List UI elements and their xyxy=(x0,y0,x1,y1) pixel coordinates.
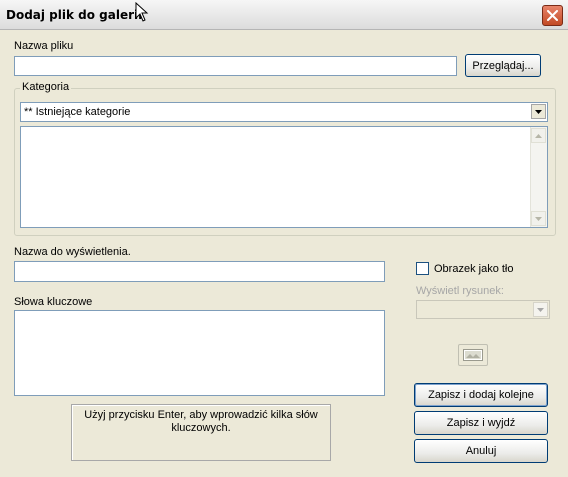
file-name-label: Nazwa pliku xyxy=(14,40,74,52)
show-image-dropdown[interactable] xyxy=(416,300,550,319)
window-title: Dodaj plik do galerii xyxy=(6,8,143,22)
display-name-label: Nazwa do wyświetlenia. xyxy=(14,246,131,258)
close-button[interactable] xyxy=(542,5,563,26)
display-name-input[interactable] xyxy=(14,261,385,282)
title-bar: Dodaj plik do galerii xyxy=(0,0,568,30)
mouse-cursor-icon xyxy=(135,2,149,22)
chevron-down-icon xyxy=(535,109,542,114)
save-and-add-next-button[interactable]: Zapisz i dodaj kolejne xyxy=(414,383,548,407)
category-group-label: Kategoria xyxy=(20,81,72,93)
save-and-exit-button[interactable]: Zapisz i wyjdź xyxy=(414,411,548,435)
file-name-input[interactable] xyxy=(14,56,457,76)
chevron-down-icon xyxy=(537,307,544,312)
category-selected: ** Istniejące kategorie xyxy=(24,106,131,118)
category-dropdown[interactable]: ** Istniejące kategorie xyxy=(20,102,548,122)
show-image-dropdown-arrow[interactable] xyxy=(533,302,548,317)
scroll-down-button[interactable] xyxy=(531,211,546,226)
keywords-hint: Użyj przycisku Enter, aby wprowadzić kil… xyxy=(84,409,318,434)
picture-button[interactable] xyxy=(458,344,488,366)
background-image-checkbox[interactable] xyxy=(416,262,429,275)
category-list[interactable] xyxy=(20,126,548,228)
close-icon xyxy=(547,10,558,21)
chevron-down-icon xyxy=(535,216,542,221)
category-dropdown-arrow[interactable] xyxy=(531,104,546,119)
category-scrollbar[interactable] xyxy=(530,127,547,227)
picture-icon xyxy=(463,349,483,361)
keywords-textarea[interactable] xyxy=(14,310,385,396)
browse-button[interactable]: Przeglądaj... xyxy=(465,54,541,77)
scroll-up-button[interactable] xyxy=(531,128,546,143)
keywords-label: Słowa kluczowe xyxy=(14,296,93,308)
show-image-label: Wyświetl rysunek: xyxy=(416,285,504,297)
background-image-checkbox-label: Obrazek jako tło xyxy=(434,263,514,275)
keywords-hint-box: Użyj przycisku Enter, aby wprowadzić kil… xyxy=(71,404,331,461)
cancel-button[interactable]: Anuluj xyxy=(414,439,548,463)
chevron-up-icon xyxy=(535,133,542,138)
